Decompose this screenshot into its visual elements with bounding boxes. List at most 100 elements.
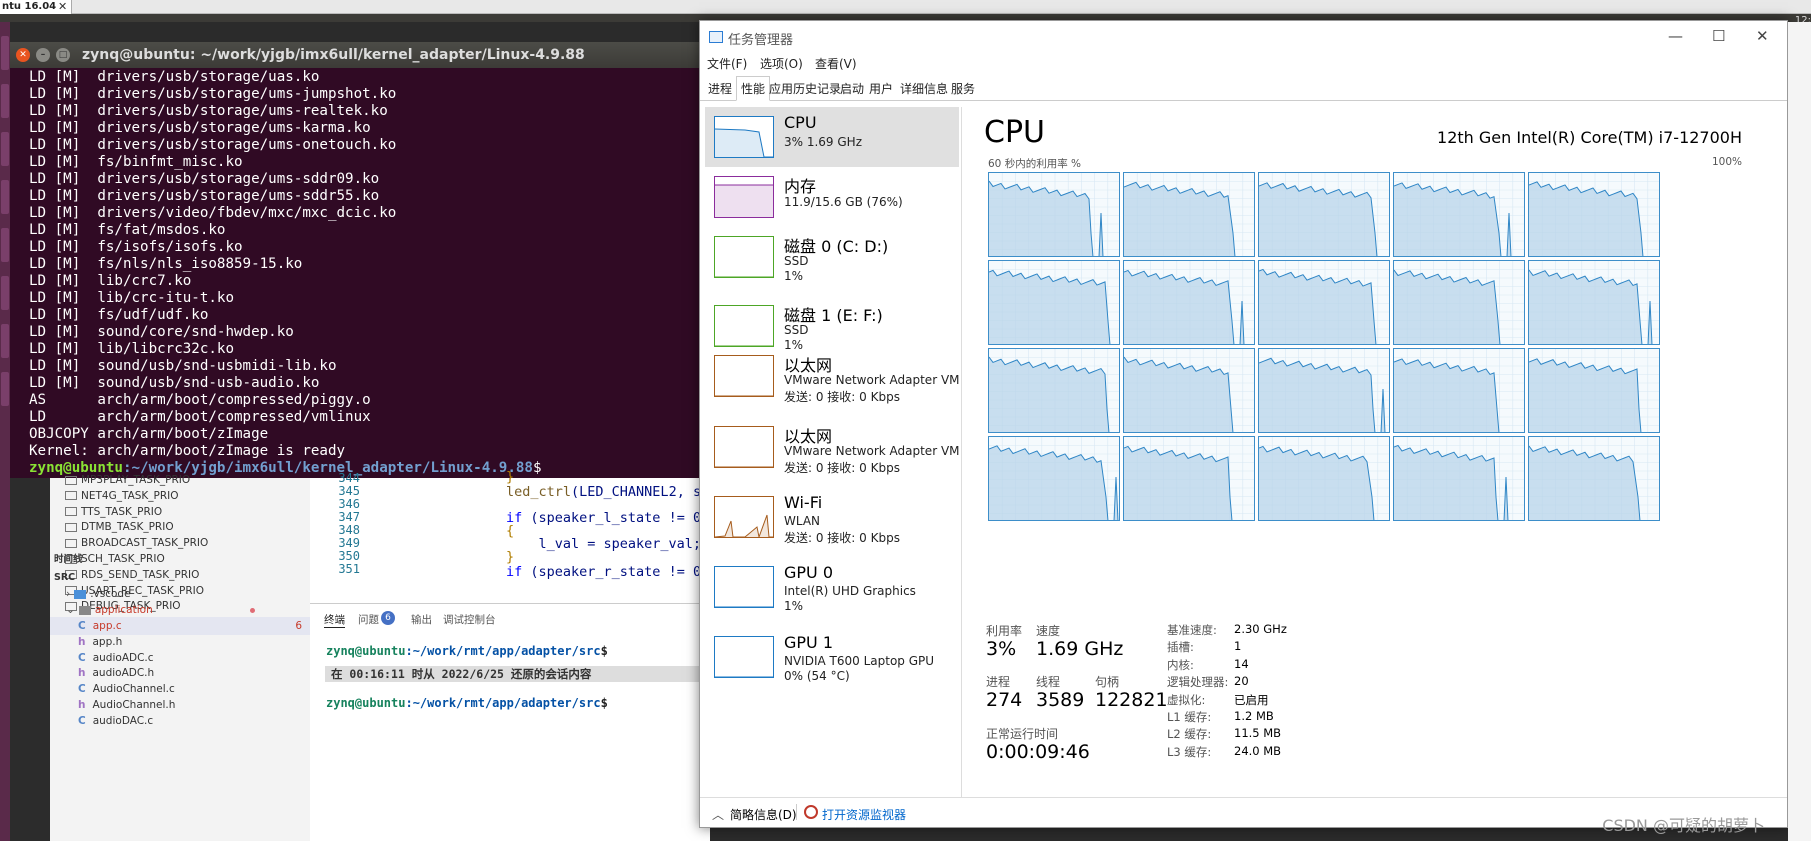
open-resource-monitor-link[interactable]: 打开资源监视器 (822, 806, 906, 823)
terminal-line: LD [M] fs/isofs/isofs.ko (29, 239, 243, 255)
cpu-core-graph (988, 436, 1120, 521)
divider (796, 804, 797, 820)
desktop: ntu 16.04 ✕ 12: ✕ – □ zynq@ubuntu: ~/wor… (0, 0, 1811, 841)
spec-value: 1 (1234, 639, 1242, 654)
core-usage-fill (1529, 181, 1643, 256)
terminal-line: LD [M] drivers/video/fbdev/mxc/mxc_dcic.… (29, 205, 397, 221)
panel-tab[interactable]: 终端 (324, 612, 345, 628)
resource-sub1: SSD (784, 254, 809, 268)
launcher-icon[interactable] (1, 180, 9, 214)
menu-view[interactable]: 查看(V) (815, 55, 857, 72)
core-graph-svg (1124, 349, 1254, 432)
spec-value: 已启用 (1234, 692, 1269, 707)
resource-sub1: SSD (784, 323, 809, 337)
terminal-line: LD [M] drivers/usb/storage/ums-sddr55.ko (29, 188, 380, 204)
file-item[interactable]: CaudioDAC.c (50, 712, 310, 730)
code-editor[interactable]: 344 345 346 347 348 349 350 351} led_ctrl(LED_CH… (310, 469, 717, 603)
sparkline (715, 466, 773, 467)
launcher-icon[interactable] (1, 228, 9, 262)
minimize-icon[interactable]: – (36, 48, 50, 62)
launcher-icon[interactable] (1, 84, 9, 118)
resource-list: CPU 3% 1.69 GHz 内存 11.9/15.6 GB (76%) 磁盘 0 (… (702, 107, 962, 797)
resource-item[interactable]: Wi-Fi WLAN 发送: 0 接收: 0 Kbps (705, 487, 959, 547)
core-graph-svg (1394, 349, 1524, 432)
minimize-icon[interactable]: — (1668, 27, 1683, 45)
resource-item[interactable]: GPU 1 NVIDIA T600 Laptop GPU 0% (54 °C) (705, 627, 959, 687)
core-graph-svg (1529, 261, 1659, 344)
file-type-icon: C (78, 651, 86, 664)
file-type-icon: h (78, 699, 86, 711)
panel-tab[interactable]: 调试控制台 (443, 612, 496, 627)
cpu-core-graph (1258, 172, 1390, 257)
maximize-icon[interactable]: □ (56, 48, 70, 62)
terminal-window[interactable]: ✕ – □ zynq@ubuntu: ~/work/yjgb/imx6ull/k… (10, 42, 710, 478)
maximize-icon[interactable]: ☐ (1712, 27, 1725, 45)
cpu-core-graph (988, 172, 1120, 257)
terminal-title: zynq@ubuntu: ~/work/yjgb/imx6ull/kernel_… (82, 47, 585, 63)
sparkline-fill (715, 515, 773, 537)
file-name: AudioChannel.h (92, 699, 176, 711)
core-usage-fill (1394, 182, 1511, 256)
ubuntu-launcher (0, 22, 10, 841)
launcher-icon[interactable] (1, 36, 9, 70)
tab-5[interactable]: 详细信息 (896, 77, 952, 101)
core-usage-fill (1259, 358, 1385, 432)
resource-sub1: NVIDIA T600 Laptop GPU (784, 654, 935, 668)
resource-item[interactable]: CPU 3% 1.69 GHz (705, 107, 959, 167)
vm-tab-label: ntu 16.04 (2, 1, 57, 12)
launcher-icon[interactable] (1, 276, 9, 310)
sparkline (715, 395, 773, 396)
tab-4[interactable]: 用户 (865, 77, 897, 101)
file-type-icon: C (78, 714, 86, 727)
resource-item[interactable]: 以太网 VMware Network Adapter VM 发送: 0 接收: 0 … (705, 346, 960, 406)
core-graph-svg (1529, 173, 1659, 256)
core-usage-fill (1124, 357, 1233, 432)
resource-item[interactable]: 磁盘 0 (C: D:) SSD 1% (705, 227, 959, 287)
cpu-core-graph (1258, 348, 1390, 433)
panel-tab[interactable]: 输出 (411, 612, 432, 627)
resource-sub1: 3% 1.69 GHz (784, 135, 863, 149)
terminal-output[interactable]: LD [M] drivers/usb/storage/uas.ko LD [M] … (29, 69, 709, 477)
terminal-panel[interactable]: 终端 问题 输出 调试控制台 6 zynq@ubuntu:~/work/rmt/app/a… (310, 603, 715, 841)
resource-item[interactable]: 内存 11.9/15.6 GB (76%) (705, 167, 959, 227)
tab-2[interactable]: 应用历史记录 (765, 77, 845, 101)
shell-prompt[interactable]: zynq@ubuntu:~/work/rmt/app/adapter/src$ (326, 644, 608, 658)
cpu-core-graph (1528, 172, 1660, 257)
tab-6[interactable]: 服务 (947, 77, 979, 101)
menu-file[interactable]: 文件(F) (707, 55, 747, 72)
close-icon[interactable]: ✕ (16, 48, 30, 62)
file-name: audioDAC.c (92, 714, 154, 727)
timeline-section[interactable]: 时间线 (54, 551, 83, 569)
shell-prompt[interactable]: zynq@ubuntu:~/work/rmt/app/adapter/src$ (326, 696, 608, 710)
close-icon[interactable]: ✕ (58, 0, 67, 13)
terminal-line: LD [M] fs/udf/udf.ko (29, 307, 209, 323)
resource-thumbnail (714, 116, 774, 158)
close-icon[interactable]: ✕ (1756, 27, 1769, 45)
tab-0[interactable]: 进程 (704, 77, 736, 101)
spec-label: 基准速度: (1167, 623, 1217, 637)
resource-item[interactable]: 以太网 VMware Network Adapter VM 发送: 0 接收: 0 … (705, 417, 960, 477)
terminal-line: LD [M] drivers/usb/storage/ums-onetouch.… (29, 137, 397, 153)
resource-sub1: WLAN (784, 514, 821, 528)
chevron-up-icon[interactable]: ︿ (712, 806, 724, 823)
spec-label: 插槽: (1167, 640, 1194, 655)
sparkline (715, 128, 773, 157)
speed-label: 速度 (1036, 624, 1061, 638)
terminal-titlebar[interactable]: ✕ – □ zynq@ubuntu: ~/work/yjgb/imx6ull/k… (10, 42, 710, 68)
task-manager-titlebar[interactable]: 任务管理器 — ☐ ✕ (700, 21, 1787, 53)
task-manager-window[interactable]: 任务管理器 — ☐ ✕ 文件(F) 选项(O) 查看(V) 进程 性能 应用历史记录… (699, 20, 1788, 828)
core-graph-svg (1394, 437, 1524, 520)
launcher-icon[interactable] (1, 132, 9, 166)
tab-3[interactable]: 启动 (836, 77, 868, 101)
terminal-line: LD [M] lib/crc7.ko (29, 273, 192, 289)
launcher-icon[interactable] (1, 324, 9, 358)
launcher-icon[interactable] (1, 372, 9, 406)
menu-options[interactable]: 选项(O) (760, 55, 803, 72)
fewer-details-link[interactable]: 简略信息(D) (730, 806, 797, 823)
resource-item[interactable]: GPU 0 Intel(R) UHD Graphics 1% (705, 557, 959, 617)
file-name: app.c (92, 620, 122, 632)
outline-item-label: NET4G_TASK_PRIO (81, 489, 179, 502)
panel-tab[interactable]: 问题 (358, 612, 379, 627)
resource-sub2: 1% (784, 599, 804, 613)
sparkline (715, 606, 773, 607)
